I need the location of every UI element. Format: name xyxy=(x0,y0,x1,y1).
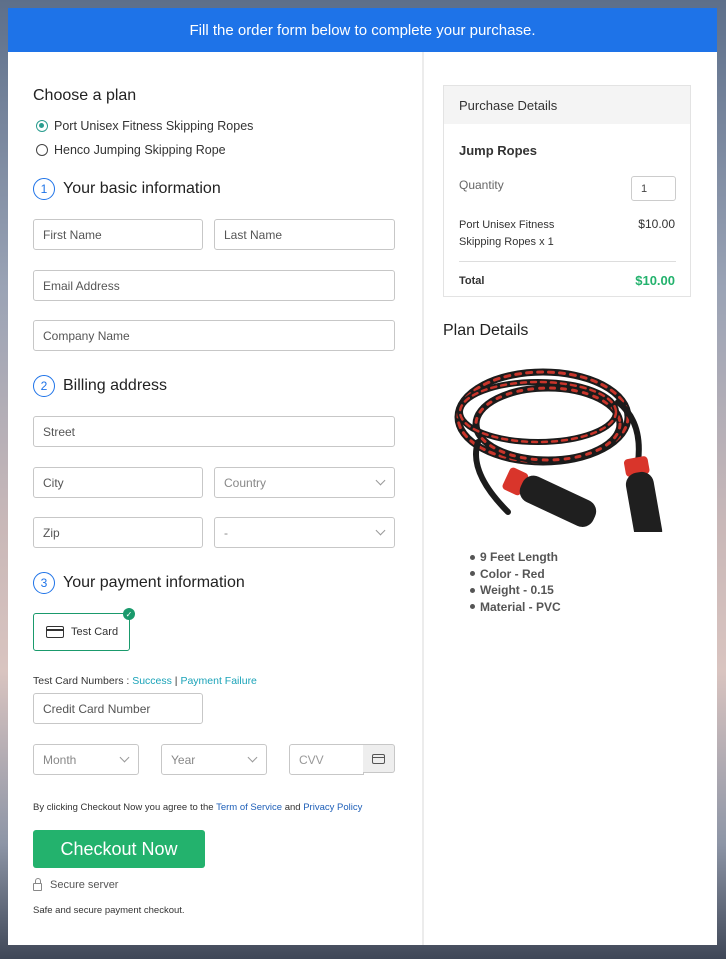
payment-failure-link[interactable]: Payment Failure xyxy=(180,675,256,687)
privacy-link[interactable]: Privacy Policy xyxy=(303,802,362,813)
year-select[interactable]: Year xyxy=(161,744,267,775)
success-link[interactable]: Success xyxy=(132,675,172,687)
country-select-value: Country xyxy=(224,475,267,490)
month-select-value: Month xyxy=(43,752,77,767)
purchase-details-title: Purchase Details xyxy=(444,86,690,124)
line-item-price: $10.00 xyxy=(638,217,675,231)
line-item-name: Port Unisex Fitness Skipping Ropes x 1 xyxy=(459,219,555,248)
secure-server: Secure server xyxy=(33,878,119,891)
plan-option-label: Henco Jumping Skipping Rope xyxy=(54,143,226,157)
company-input[interactable]: Company Name xyxy=(33,320,395,351)
test-card-numbers: Test Card Numbers : Success | Payment Fa… xyxy=(33,675,257,687)
terms-link[interactable]: Term of Service xyxy=(216,802,282,813)
last-name-input[interactable]: Last Name xyxy=(214,219,395,250)
year-select-value: Year xyxy=(171,752,196,767)
purchase-details-box: Purchase Details Jump Ropes Quantity 1 P… xyxy=(443,85,691,297)
payment-heading: 3 Your payment information xyxy=(33,572,245,594)
section-title: Your payment information xyxy=(63,574,245,591)
total-value: $10.00 xyxy=(635,273,675,288)
country-select[interactable]: Country xyxy=(214,467,395,498)
plan-details-heading: Plan Details xyxy=(443,322,529,339)
check-icon: ✓ xyxy=(123,608,135,620)
billing-heading: 2 Billing address xyxy=(33,375,167,397)
basic-info-heading: 1 Your basic information xyxy=(33,178,221,200)
radio-unselected-icon[interactable] xyxy=(36,144,48,156)
radio-selected-icon[interactable] xyxy=(36,120,48,132)
product-name: Jump Ropes xyxy=(459,143,538,158)
plan-option-henco[interactable]: Henco Jumping Skipping Rope xyxy=(36,143,226,157)
checkout-button[interactable]: Checkout Now xyxy=(33,830,205,868)
plan-option-port[interactable]: Port Unisex Fitness Skipping Ropes xyxy=(36,119,253,133)
column-divider xyxy=(422,52,424,945)
email-input[interactable]: Email Address xyxy=(33,270,395,301)
agree-and: and xyxy=(282,802,304,813)
credit-card-icon xyxy=(372,753,385,764)
state-select[interactable]: - xyxy=(214,517,395,548)
plan-option-label: Port Unisex Fitness Skipping Ropes xyxy=(54,119,254,133)
secure-note: Safe and secure payment checkout. xyxy=(33,905,185,916)
city-input[interactable]: City xyxy=(33,467,203,498)
chevron-down-icon xyxy=(375,475,386,486)
section-title: Billing address xyxy=(63,377,168,394)
cvv-input[interactable]: CVV xyxy=(289,744,364,775)
list-item: Weight - 0.15 xyxy=(470,582,561,599)
step-number: 1 xyxy=(33,178,55,200)
test-card-option[interactable]: Test Card ✓ xyxy=(33,608,135,651)
total-label: Total xyxy=(459,275,485,287)
quantity-input[interactable]: 1 xyxy=(631,176,676,201)
divider xyxy=(459,261,676,262)
agree-text: By clicking Checkout Now you agree to th… xyxy=(33,802,217,813)
plan-features-list: 9 Feet Length Color - Red Weight - 0.15 … xyxy=(470,549,561,615)
choose-plan-heading: Choose a plan xyxy=(33,87,137,104)
chevron-down-icon xyxy=(247,752,258,763)
list-item: Material - PVC xyxy=(470,599,561,616)
banner-text: Fill the order form below to complete yo… xyxy=(189,21,536,39)
card-number-input[interactable]: Credit Card Number xyxy=(33,693,203,724)
month-select[interactable]: Month xyxy=(33,744,139,775)
lock-icon xyxy=(33,878,42,891)
list-item: Color - Red xyxy=(470,566,561,583)
street-input[interactable]: Street xyxy=(33,416,395,447)
first-name-input[interactable]: First Name xyxy=(33,219,203,250)
chevron-down-icon xyxy=(119,752,130,763)
order-form-card: Choose a plan Port Unisex Fitness Skippi… xyxy=(8,52,717,945)
section-title: Your basic information xyxy=(63,180,221,197)
jump-rope-image xyxy=(454,368,663,532)
test-numbers-label: Test Card Numbers : xyxy=(33,675,133,687)
secure-label: Secure server xyxy=(50,879,119,891)
step-number: 3 xyxy=(33,572,55,594)
test-card-label: Test Card xyxy=(71,626,119,638)
chevron-down-icon xyxy=(375,525,386,536)
zip-input[interactable]: Zip xyxy=(33,517,203,548)
terms-agreement: By clicking Checkout Now you agree to th… xyxy=(33,802,362,813)
cvv-info-button[interactable] xyxy=(363,744,395,773)
state-select-value: - xyxy=(224,525,228,540)
step-number: 2 xyxy=(33,375,55,397)
top-banner: Fill the order form below to complete yo… xyxy=(8,8,717,52)
list-item: 9 Feet Length xyxy=(470,549,561,566)
quantity-label: Quantity xyxy=(459,178,504,192)
credit-card-icon xyxy=(46,626,64,638)
